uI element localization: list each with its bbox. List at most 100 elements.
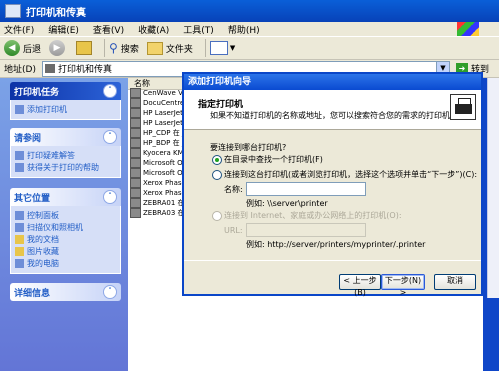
- other-places-header[interactable]: 其它位置 ˄: [10, 188, 121, 206]
- question-label: 要连接到哪台打印机?: [210, 143, 287, 152]
- my-documents-label: 我的文档: [27, 235, 59, 244]
- list-item-label: HP LaserJet: [143, 119, 183, 127]
- explorer-window: 打印机和传真 文件(F) 编辑(E) 查看(V) 收藏(A) 工具(T) 帮助(…: [0, 0, 499, 371]
- radio-find-printer-label[interactable]: 在目录中查找一个打印机(F): [224, 154, 323, 165]
- add-printer-wizard-dialog: 添加打印机向导 指定打印机 如果不知道打印机的名称或地址，您可以搜索符合您的需求…: [182, 72, 483, 297]
- add-printer-icon: [15, 105, 24, 114]
- my-computer-link[interactable]: 我的电脑: [15, 258, 116, 269]
- add-printer-link[interactable]: 添加打印机: [15, 104, 116, 115]
- views-icon: [209, 41, 228, 55]
- printing-help-link[interactable]: 获得关于打印的帮助: [15, 162, 116, 173]
- see-also-panel: 请参阅 ˄ 打印疑难解答 获得关于打印的帮助: [10, 128, 121, 178]
- list-item[interactable]: Microsoft O: [130, 168, 183, 178]
- list-item[interactable]: ZEBRA03 在: [130, 208, 185, 218]
- printer-icon: [450, 94, 476, 120]
- scanners-cameras-label: 扫描仪和照相机: [27, 223, 83, 232]
- printer-tasks-header[interactable]: 打印机任务 ˄: [10, 82, 121, 100]
- list-item-label: ZEBRA01 在: [143, 199, 185, 207]
- control-panel-link[interactable]: 控制面板: [15, 210, 116, 221]
- collapse-icon[interactable]: ˄: [103, 190, 117, 204]
- vertical-scrollbar[interactable]: [487, 78, 499, 298]
- chevron-down-icon: ▼: [229, 44, 236, 52]
- menu-favorites[interactable]: 收藏(A): [138, 23, 169, 36]
- radio-connect-printer-label[interactable]: 连接到这台打印机(或者浏览打印机，选择这个选项并单击“下一步”)(C):: [224, 169, 477, 180]
- list-item[interactable]: CenWave Vir: [130, 88, 188, 98]
- collapse-icon[interactable]: ˄: [103, 130, 117, 144]
- menu-bar: 文件(F) 编辑(E) 查看(V) 收藏(A) 工具(T) 帮助(H): [0, 22, 499, 36]
- list-item[interactable]: Kyocera KM-: [130, 148, 186, 158]
- printer-icon: [130, 198, 141, 208]
- other-places-title: 其它位置: [14, 193, 51, 204]
- help-icon: [15, 163, 24, 172]
- radio-internet-printer[interactable]: [212, 211, 222, 221]
- dialog-header-subtitle: 如果不知道打印机的名称或地址，您可以搜索符合您的需求的打印机。: [210, 111, 458, 120]
- toolbar: ◀ 后退 ▶ ⚲ 搜索 文件夹 ▼: [0, 36, 499, 60]
- add-printer-label: 添加打印机: [27, 105, 67, 114]
- my-computer-label: 我的电脑: [27, 259, 59, 268]
- my-documents-link[interactable]: 我的文档: [15, 234, 116, 245]
- search-button[interactable]: ⚲ 搜索: [109, 41, 139, 55]
- menu-view[interactable]: 查看(V): [93, 23, 124, 36]
- collapse-icon[interactable]: ˄: [103, 84, 117, 98]
- my-pictures-link[interactable]: 图片收藏: [15, 246, 116, 257]
- printer-name-field[interactable]: [246, 182, 366, 196]
- folder-icon: [15, 247, 24, 256]
- menu-tools[interactable]: 工具(T): [183, 23, 214, 36]
- list-item-label: ZEBRA03 在: [143, 209, 185, 217]
- details-header[interactable]: 详细信息 ˅: [10, 283, 121, 301]
- list-item[interactable]: ZEBRA01 在: [130, 198, 185, 208]
- folders-button[interactable]: 文件夹: [146, 41, 193, 55]
- menu-edit[interactable]: 编辑(E): [48, 23, 79, 36]
- scanners-cameras-link[interactable]: 扫描仪和照相机: [15, 222, 116, 233]
- printer-tasks-panel: 打印机任务 ˄ 添加打印机: [10, 82, 121, 120]
- printer-tasks-body: 添加打印机: [10, 100, 121, 120]
- dialog-divider: [184, 260, 481, 261]
- forward-arrow-icon: ▶: [49, 40, 66, 56]
- printing-help-label: 获得关于打印的帮助: [27, 163, 99, 172]
- back-button[interactable]: ◀ 后退: [4, 40, 41, 56]
- list-item-label: Xerox Phase: [143, 179, 186, 187]
- list-item-label: Xerox Phase: [143, 189, 186, 197]
- printer-tasks-title: 打印机任务: [14, 87, 60, 98]
- menu-help[interactable]: 帮助(H): [228, 23, 260, 36]
- see-also-body: 打印疑难解答 获得关于打印的帮助: [10, 146, 121, 178]
- column-name-label: 名称: [134, 79, 150, 88]
- list-item[interactable]: HP_CDP 在 j: [130, 128, 184, 138]
- see-also-title: 请参阅: [14, 133, 42, 144]
- dialog-header: 指定打印机 如果不知道打印机的名称或地址，您可以搜索符合您的需求的打印机。: [184, 90, 481, 130]
- dialog-title-bar[interactable]: 添加打印机向导: [184, 74, 481, 90]
- up-folder-button[interactable]: [76, 41, 93, 55]
- list-item[interactable]: Microsoft O: [130, 158, 183, 168]
- forward-button[interactable]: ▶: [49, 40, 68, 56]
- dialog-header-title: 指定打印机: [198, 100, 244, 110]
- list-item[interactable]: HP LaserJet: [130, 108, 183, 118]
- window-title: 打印机和传真: [26, 7, 86, 19]
- list-item-label: HP LaserJet: [143, 109, 183, 117]
- printer-url-field[interactable]: [246, 223, 366, 237]
- troubleshoot-printing-link[interactable]: 打印疑难解答: [15, 150, 116, 161]
- radio-connect-printer[interactable]: [212, 170, 222, 180]
- radio-find-printer[interactable]: [212, 155, 222, 165]
- next-button[interactable]: 下一步(N) >: [381, 274, 425, 297]
- printer-icon: [130, 158, 141, 168]
- expand-icon[interactable]: ˅: [103, 285, 117, 299]
- printer-icon: [130, 128, 141, 138]
- computer-icon: [15, 259, 24, 268]
- see-also-header[interactable]: 请参阅 ˄: [10, 128, 121, 146]
- list-item[interactable]: DocuCentre-: [130, 98, 187, 108]
- my-pictures-label: 图片收藏: [27, 247, 59, 256]
- list-item[interactable]: HP LaserJet: [130, 118, 183, 128]
- views-button[interactable]: ▼: [209, 41, 236, 55]
- printer-icon: [130, 208, 141, 218]
- list-item[interactable]: Xerox Phase: [130, 188, 186, 198]
- toolbar-separator: [104, 39, 106, 57]
- menu-file[interactable]: 文件(F): [4, 23, 34, 36]
- task-pane: 打印机任务 ˄ 添加打印机 请参阅 ˄ 打印疑难解答 获得关于打印的帮助 其它位…: [0, 78, 128, 371]
- list-item[interactable]: HP_BDP 在 j: [130, 138, 184, 148]
- list-item[interactable]: Xerox Phase: [130, 178, 186, 188]
- back-button[interactable]: < 上一步(B): [339, 274, 381, 297]
- radio-internet-printer-label[interactable]: 连接到 Internet、家庭或办公网络上的打印机(O):: [224, 210, 402, 221]
- cancel-button[interactable]: 取消: [434, 274, 476, 290]
- printer-icon: [130, 98, 141, 108]
- up-folder-icon: [76, 41, 93, 55]
